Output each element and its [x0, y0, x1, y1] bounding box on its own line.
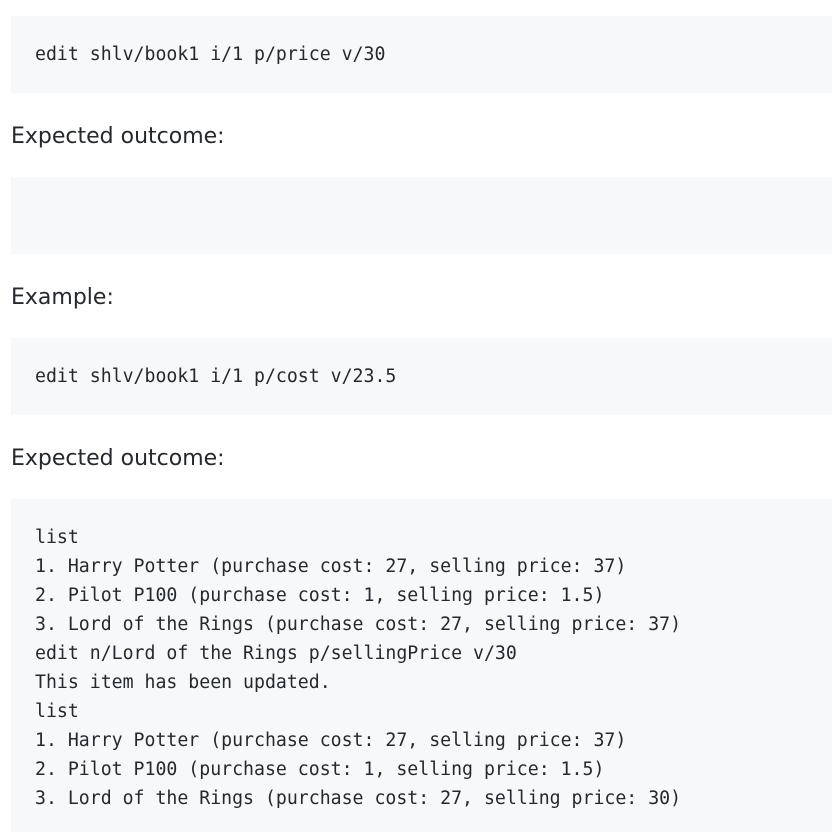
output-lines: list 1. Harry Potter (purchase cost: 27,… [35, 523, 681, 813]
code-block-empty-output [11, 177, 832, 254]
code-block-command-2: edit shlv/book1 i/1 p/cost v/23.5 [11, 338, 832, 415]
expected-outcome-label: Expected outcome: [11, 124, 225, 149]
output-line: list [35, 701, 79, 722]
output-line: 2. Pilot P100 (purchase cost: 1, selling… [35, 585, 605, 606]
expected-outcome-label: Expected outcome: [11, 446, 225, 471]
example-label: Example: [11, 285, 114, 310]
output-line: 1. Harry Potter (purchase cost: 27, sell… [35, 556, 627, 577]
output-line: 2. Pilot P100 (purchase cost: 1, selling… [35, 759, 605, 780]
output-line: 3. Lord of the Rings (purchase cost: 27,… [35, 788, 682, 809]
code-line: edit shlv/book1 i/1 p/cost v/23.5 [35, 366, 397, 387]
code-line: edit shlv/book1 i/1 p/price v/30 [35, 44, 386, 65]
code-block-expected-output: list 1. Harry Potter (purchase cost: 27,… [11, 499, 832, 832]
output-line: This item has been updated. [35, 672, 331, 693]
output-line: 3. Lord of the Rings (purchase cost: 27,… [35, 614, 682, 635]
output-line: 1. Harry Potter (purchase cost: 27, sell… [35, 730, 627, 751]
output-line: list [35, 527, 79, 548]
output-line: edit n/Lord of the Rings p/sellingPrice … [35, 643, 517, 664]
code-block-command-1: edit shlv/book1 i/1 p/price v/30 [11, 16, 832, 93]
